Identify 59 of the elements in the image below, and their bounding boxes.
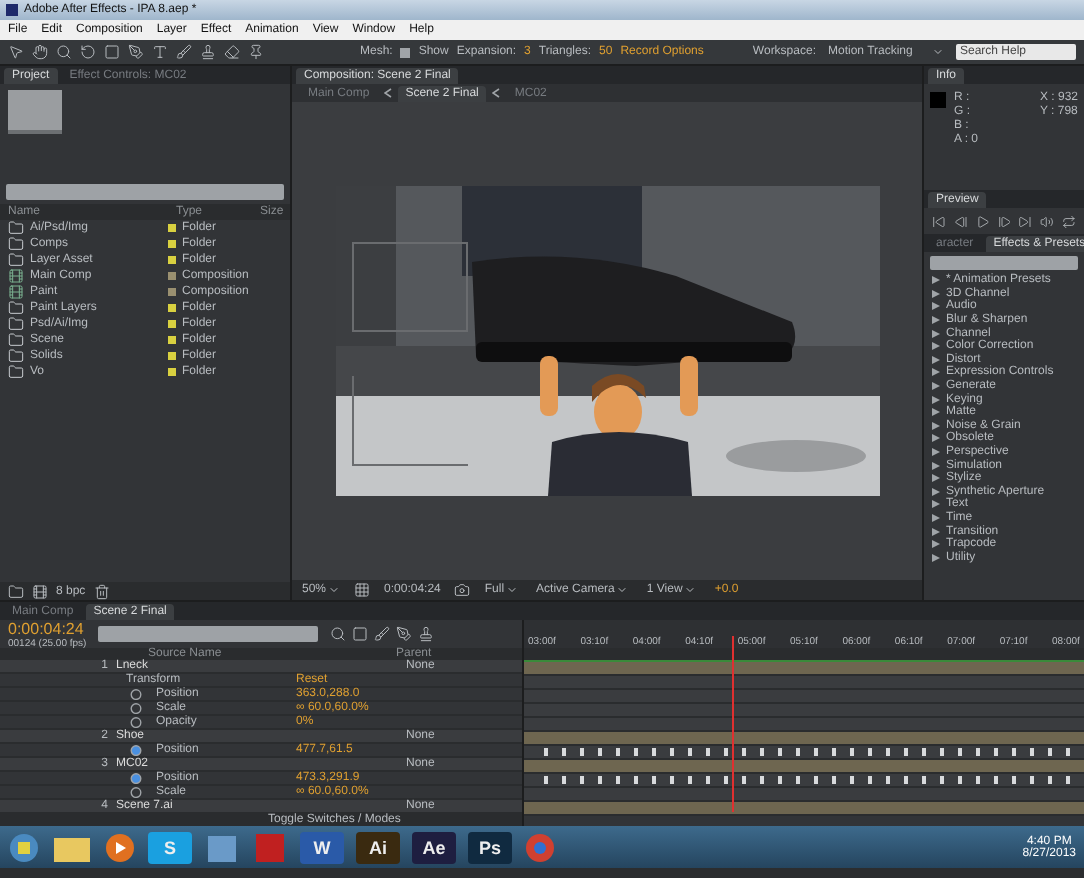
loop-icon[interactable] (1062, 213, 1077, 229)
chevron-left-icon (383, 88, 392, 98)
camera-icon[interactable] (454, 582, 471, 598)
rectangle-icon[interactable] (352, 626, 369, 642)
trash-icon[interactable] (93, 583, 110, 599)
pen-icon[interactable] (128, 44, 144, 60)
first-frame-icon[interactable] (932, 213, 946, 229)
rotate-icon[interactable] (80, 44, 96, 60)
stopwatch-icon[interactable] (130, 716, 142, 728)
caret-icon (328, 584, 341, 596)
stopwatch-icon[interactable] (130, 702, 142, 714)
previous-frame-icon[interactable] (953, 213, 968, 229)
search-icon[interactable] (56, 44, 72, 60)
app-icon[interactable]: Ae (412, 831, 456, 863)
search-field[interactable] (98, 626, 319, 642)
current-time[interactable]: 0:00:04:24 (8, 619, 87, 637)
brush-icon[interactable] (374, 626, 391, 642)
speaker-icon[interactable] (1040, 213, 1055, 229)
brush-icon[interactable] (176, 44, 192, 60)
grid-icon[interactable] (354, 582, 371, 598)
pin-icon[interactable] (248, 44, 264, 60)
thumbnail (8, 90, 62, 134)
stamp-icon[interactable] (418, 626, 435, 642)
app-icon[interactable]: Ai (356, 831, 400, 863)
safe-area-guide (351, 242, 467, 332)
color-swatch (930, 92, 946, 108)
rectangle-icon[interactable] (104, 44, 120, 60)
film-icon[interactable] (32, 583, 48, 599)
stopwatch-icon[interactable] (130, 772, 142, 784)
safe-area-guide (351, 376, 467, 466)
browser-icon[interactable] (524, 831, 556, 863)
play-icon[interactable] (975, 213, 990, 229)
stamp-icon[interactable] (200, 44, 216, 60)
chevron-left-icon (492, 88, 501, 98)
search-icon[interactable] (330, 626, 347, 642)
caret-icon (506, 584, 519, 596)
app-icon[interactable]: W (300, 831, 344, 863)
stopwatch-icon[interactable] (130, 786, 142, 798)
pointer-icon[interactable] (8, 44, 24, 60)
next-frame-icon[interactable] (997, 213, 1011, 229)
media-player-icon[interactable] (104, 831, 136, 863)
folder-icon[interactable] (8, 583, 24, 599)
search-field[interactable] (6, 184, 284, 200)
start-icon[interactable] (8, 831, 40, 863)
stopwatch-icon[interactable] (130, 744, 142, 756)
pen-icon[interactable] (396, 626, 413, 642)
type-icon[interactable] (152, 44, 168, 60)
eraser-icon[interactable] (224, 44, 240, 60)
stopwatch-icon[interactable] (130, 688, 142, 700)
app-icon[interactable]: Ps (468, 831, 512, 863)
show-checkbox[interactable] (400, 47, 411, 57)
hand-icon[interactable] (32, 44, 48, 60)
caret-icon (932, 46, 944, 58)
work-area-bar[interactable] (524, 648, 1084, 662)
last-frame-icon[interactable] (1018, 213, 1033, 229)
caret-icon (684, 584, 697, 596)
app-icon (6, 4, 18, 16)
caret-icon (616, 584, 629, 596)
search-field[interactable] (930, 256, 1078, 270)
